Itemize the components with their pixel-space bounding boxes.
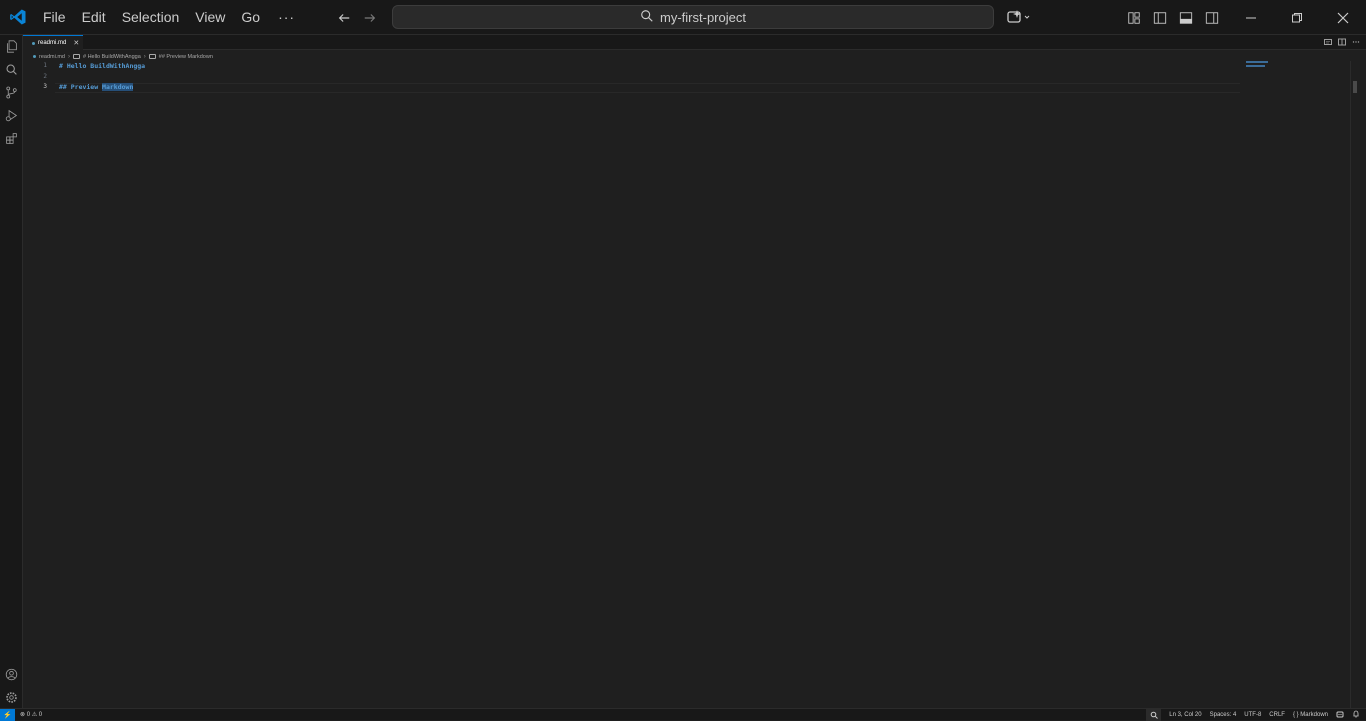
status-bar: ⚡ ⊗ 0 ⚠ 0 Ln 3, Col 20 Spaces: 4 UTF-8 C… <box>0 708 1366 721</box>
minimap-line <box>1246 61 1268 63</box>
editor-tab-bar: readmi.md ✕ <box>23 35 1366 50</box>
line-number-active: 3 <box>43 83 47 90</box>
scrollbar-thumb[interactable] <box>1353 81 1357 93</box>
forward-arrow-icon[interactable] <box>360 8 380 28</box>
window-controls <box>1228 0 1366 35</box>
layout-controls <box>1124 0 1222 35</box>
toggle-panel-icon[interactable] <box>1176 8 1196 28</box>
chevron-right-icon: › <box>143 53 146 60</box>
selected-text: Markdown <box>102 83 134 91</box>
extensions-icon[interactable] <box>4 131 19 146</box>
breadcrumb-file[interactable]: readmi.md <box>39 54 65 60</box>
search-view-icon[interactable] <box>4 62 19 77</box>
settings-gear-icon[interactable] <box>4 690 19 705</box>
close-window-icon[interactable] <box>1320 0 1366 35</box>
split-editor-icon[interactable] <box>1338 38 1346 46</box>
editor-area[interactable]: 1 # Hello BuildWithAngga 2 3 ## Preview … <box>23 61 1358 708</box>
remote-indicator-icon[interactable]: ⚡ <box>0 708 15 721</box>
back-arrow-icon[interactable] <box>334 8 354 28</box>
symbol-string-icon <box>72 54 80 59</box>
breadcrumb-heading-2[interactable]: ## Preview Markdown <box>159 54 213 60</box>
menu-go[interactable]: Go <box>233 0 268 35</box>
command-center-label: my-first-project <box>660 9 746 25</box>
chevron-right-icon: › <box>67 53 70 60</box>
editor-actions <box>1324 38 1360 46</box>
tab-close-icon[interactable]: ✕ <box>73 39 79 47</box>
copilot-icon[interactable] <box>1006 7 1034 27</box>
notifications-bell-icon[interactable] <box>1352 710 1360 720</box>
code-text: ## Preview <box>59 83 103 91</box>
zoom-icon[interactable] <box>1146 709 1162 721</box>
toggle-primary-sidebar-icon[interactable] <box>1150 8 1170 28</box>
run-debug-icon[interactable] <box>4 108 19 123</box>
problems-indicator[interactable]: ⊗ 0 ⚠ 0 <box>20 711 42 718</box>
restore-icon[interactable] <box>1274 0 1320 35</box>
customize-layout-icon[interactable] <box>1124 8 1144 28</box>
menu-view[interactable]: View <box>187 0 233 35</box>
current-line-highlight <box>55 83 1240 93</box>
end-of-line[interactable]: CRLF <box>1269 712 1285 718</box>
code-line[interactable]: # Hello BuildWithAngga <box>59 62 145 70</box>
tab-readmi-md[interactable]: readmi.md ✕ <box>23 35 83 50</box>
more-actions-icon[interactable] <box>1352 38 1360 46</box>
markdown-file-icon <box>32 41 35 45</box>
markdown-file-icon <box>33 55 36 58</box>
cursor-position[interactable]: Ln 3, Col 20 <box>1169 712 1201 718</box>
explorer-icon[interactable] <box>4 39 19 54</box>
account-icon[interactable] <box>4 667 19 682</box>
menu-bar: File Edit Selection View Go ··· <box>35 0 305 35</box>
line-number: 1 <box>43 62 47 69</box>
menu-selection[interactable]: Selection <box>114 0 188 35</box>
symbol-string-icon <box>148 54 156 59</box>
minimap-line <box>1246 65 1265 67</box>
title-bar: File Edit Selection View Go ··· my-first… <box>0 0 1366 35</box>
menu-edit[interactable]: Edit <box>74 0 114 35</box>
code-line-active[interactable]: ## Preview Markdown <box>59 83 134 91</box>
source-control-icon[interactable] <box>4 85 19 100</box>
command-center-search[interactable]: my-first-project <box>392 5 994 29</box>
search-icon <box>640 8 654 27</box>
breadcrumb: readmi.md › # Hello BuildWithAngga › ## … <box>33 52 213 61</box>
line-number: 2 <box>43 73 47 80</box>
vertical-scrollbar[interactable] <box>1350 61 1358 708</box>
breadcrumb-heading-1[interactable]: # Hello BuildWithAngga <box>83 54 141 60</box>
vscode-logo-icon <box>0 0 35 35</box>
toggle-secondary-sidebar-icon[interactable] <box>1202 8 1222 28</box>
activity-bar <box>0 35 23 708</box>
tab-label: readmi.md <box>38 40 67 46</box>
copilot-status-icon[interactable] <box>1336 710 1344 720</box>
minimap[interactable] <box>1246 61 1276 71</box>
open-preview-icon[interactable] <box>1324 38 1332 46</box>
minimize-icon[interactable] <box>1228 0 1274 35</box>
encoding[interactable]: UTF-8 <box>1244 712 1261 718</box>
language-mode[interactable]: { } Markdown <box>1293 712 1328 718</box>
menu-file[interactable]: File <box>35 0 74 35</box>
menu-more[interactable]: ··· <box>268 0 305 35</box>
navigation-arrows <box>334 0 380 35</box>
indentation[interactable]: Spaces: 4 <box>1210 712 1237 718</box>
